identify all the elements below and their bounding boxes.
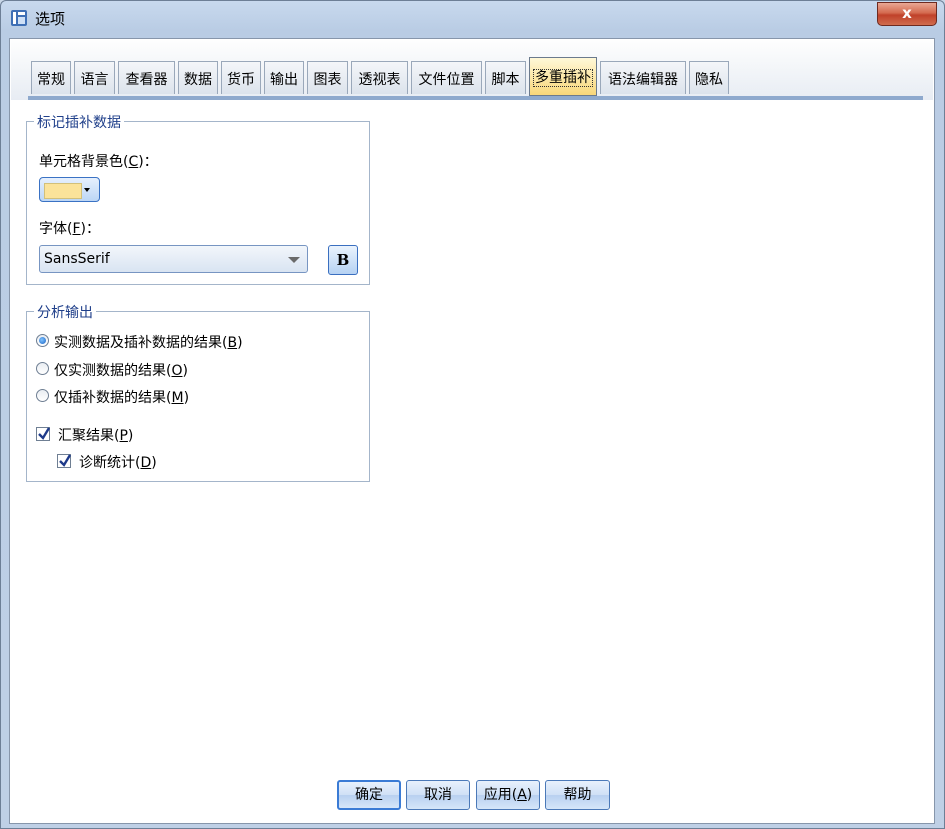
tab-syntax-editor[interactable]: 语法编辑器 (600, 61, 686, 94)
font-select-value: SansSerif (44, 251, 110, 267)
tab-multiple-imputation[interactable]: 多重插补 (529, 57, 597, 96)
checkbox-label-diagnostics[interactable]: 诊断统计(D) (79, 452, 157, 472)
ok-button[interactable]: 确定 (337, 780, 401, 810)
bold-icon: B (336, 251, 350, 269)
color-swatch (44, 183, 82, 199)
font-label: 字体(F)： (39, 221, 100, 237)
window-title: 选项 (35, 10, 66, 28)
analysis-output-group: 分析输出 实测数据及插补数据的结果(B) 仅实测数据的结果(O) 仅插补数据的结… (26, 302, 370, 482)
tab-language[interactable]: 语言 (74, 61, 115, 94)
radio-observed-and-imputed[interactable] (36, 334, 49, 347)
radio-imputed-only[interactable] (36, 389, 49, 402)
cell-background-label: 单元格背景色(C)： (39, 154, 158, 170)
tab-strip: 常规 语言 查看器 数据 货币 输出 图表 透视表 文件位置 脚本 多重插补 语… (11, 40, 933, 100)
tab-file-locations[interactable]: 文件位置 (411, 61, 482, 94)
close-button[interactable]: x (877, 2, 937, 26)
tab-viewer[interactable]: 查看器 (118, 61, 175, 94)
group-title-imputed: 标记插补数据 (34, 112, 124, 132)
radio-observed-only[interactable] (36, 362, 49, 375)
tab-general[interactable]: 常规 (31, 61, 71, 94)
tab-underline (28, 96, 923, 100)
cancel-button[interactable]: 取消 (406, 780, 470, 810)
tab-privacy[interactable]: 隐私 (689, 61, 729, 94)
help-button[interactable]: 帮助 (545, 780, 610, 810)
imputed-data-group: 标记插补数据 单元格背景色(C)： 字体(F)： SansSerif B (26, 112, 370, 285)
dropdown-arrow-icon (84, 188, 90, 192)
checkbox-pooled-results[interactable] (36, 427, 51, 441)
checkbox-label-pooled-results[interactable]: 汇聚结果(P) (58, 425, 133, 445)
chevron-down-icon (288, 257, 300, 263)
radio-label-imputed-only[interactable]: 仅插补数据的结果(M) (54, 387, 189, 407)
group-title-output: 分析输出 (34, 302, 96, 322)
options-dialog: 选项 x 常规 语言 查看器 数据 货币 输出 图表 透视表 文件位置 脚本 多… (0, 0, 945, 829)
cell-background-color-button[interactable] (39, 177, 100, 202)
checkbox-diagnostics[interactable] (57, 454, 72, 468)
tab-currency[interactable]: 货币 (221, 61, 261, 94)
dialog-client-area: 常规 语言 查看器 数据 货币 输出 图表 透视表 文件位置 脚本 多重插补 语… (9, 38, 935, 824)
radio-label-observed-only[interactable]: 仅实测数据的结果(O) (54, 360, 188, 380)
tab-scripts[interactable]: 脚本 (485, 61, 526, 94)
tab-pivot-tables[interactable]: 透视表 (351, 61, 408, 94)
radio-label-observed-and-imputed[interactable]: 实测数据及插补数据的结果(B) (54, 332, 243, 352)
font-select[interactable]: SansSerif (39, 245, 308, 273)
checkmark-icon (38, 427, 51, 440)
bold-toggle-button[interactable]: B (328, 245, 358, 275)
tab-charts[interactable]: 图表 (307, 61, 348, 94)
title-bar[interactable]: 选项 x (1, 1, 944, 35)
apply-button[interactable]: 应用(A) (476, 780, 540, 810)
checkmark-icon (59, 454, 72, 467)
close-icon: x (902, 4, 912, 22)
app-icon (11, 10, 27, 26)
tab-output[interactable]: 输出 (264, 61, 304, 94)
tab-data[interactable]: 数据 (178, 61, 218, 94)
